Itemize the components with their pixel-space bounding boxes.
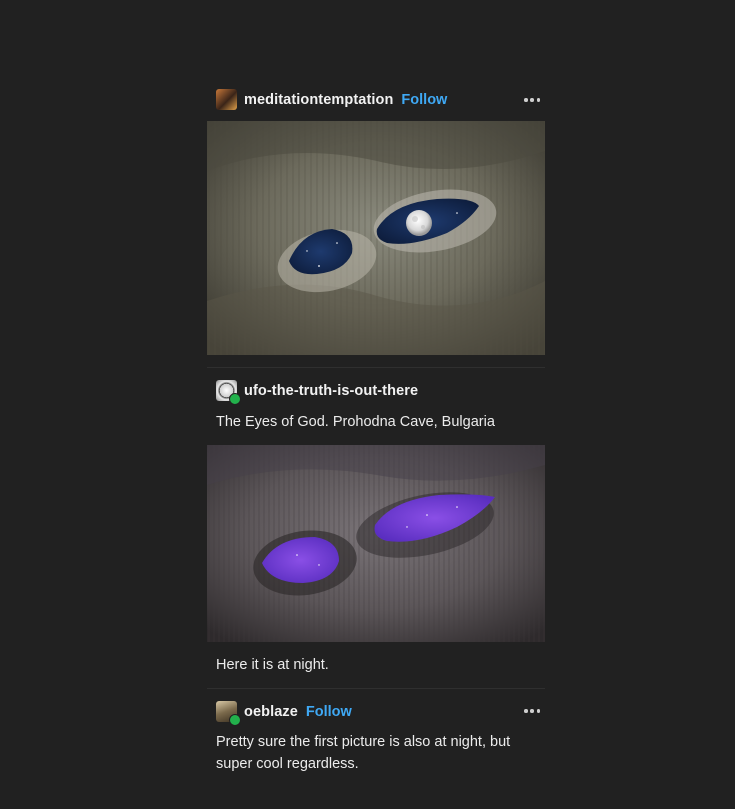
cave-eyes-night-illustration	[207, 445, 545, 642]
username-oeblaze[interactable]: oeblaze	[244, 704, 298, 720]
follow-button[interactable]: Follow	[401, 92, 447, 108]
comment-text: Pretty sure the first picture is also at…	[216, 734, 511, 771]
avatar-oeblaze[interactable]	[216, 701, 241, 726]
avatar-ufo-the-truth-is-out-there[interactable]	[216, 380, 241, 405]
username-ufo-the-truth-is-out-there[interactable]: ufo-the-truth-is-out-there	[244, 383, 418, 399]
more-options-icon[interactable]	[524, 95, 540, 105]
avatar-meditationtemptation[interactable]	[216, 89, 237, 110]
post-header-meditationtemptation: meditationtemptation Follow	[216, 89, 447, 110]
post-header-ufo-the-truth-is-out-there: ufo-the-truth-is-out-there	[216, 380, 418, 405]
follow-button[interactable]: Follow	[306, 704, 352, 720]
divider	[207, 367, 545, 368]
post-header-oeblaze: oeblaze Follow	[216, 701, 352, 726]
post-photo-cave-night[interactable]	[207, 445, 545, 642]
post-photo-cave-day[interactable]	[207, 121, 545, 355]
username-meditationtemptation[interactable]: meditationtemptation	[244, 92, 393, 108]
cave-eyes-illustration	[207, 121, 545, 355]
post-followup-text: Here it is at night.	[216, 657, 329, 673]
post-caption: The Eyes of God. Prohodna Cave, Bulgaria	[216, 414, 495, 430]
more-options-icon[interactable]	[524, 706, 540, 716]
divider	[207, 688, 545, 689]
